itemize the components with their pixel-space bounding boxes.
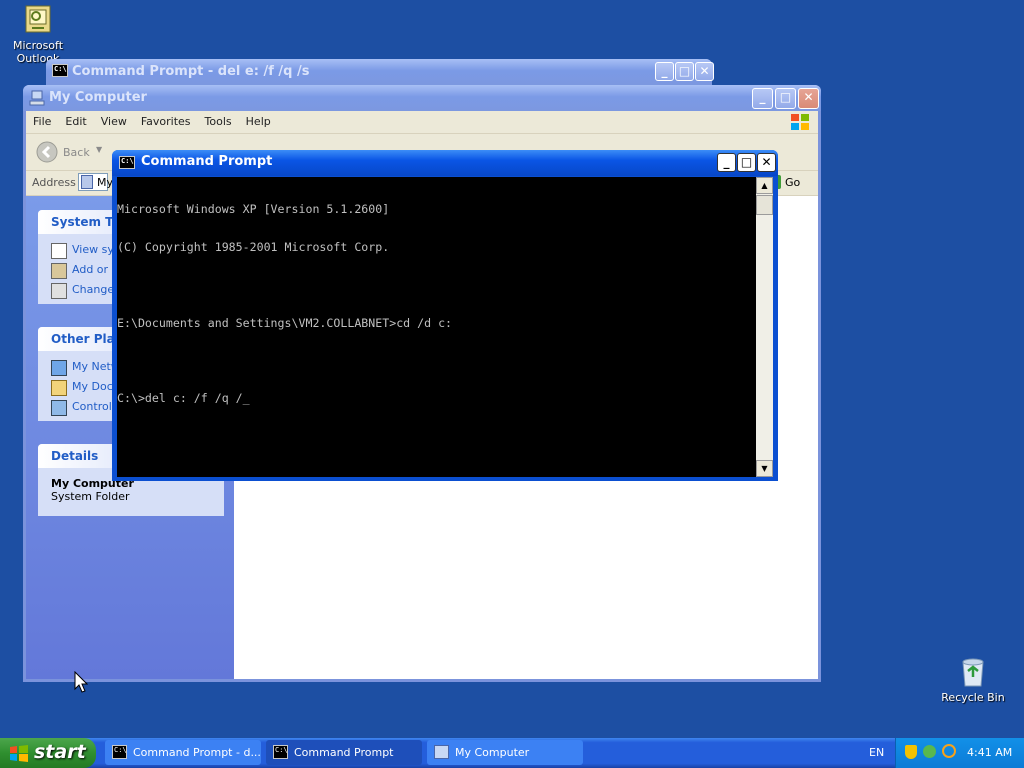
mouse-cursor-icon xyxy=(74,671,88,693)
scroll-up-button[interactable]: ▲ xyxy=(756,177,773,194)
programs-icon xyxy=(51,263,67,279)
taskbar-item-my-computer[interactable]: My Computer xyxy=(427,740,583,765)
cmd-window-icon: C:\ xyxy=(52,64,68,77)
console-line: C:\>del c: /f /q /_ xyxy=(117,391,250,406)
desktop-icon-label: Recycle Bin xyxy=(941,691,1005,704)
desktop-icon-recycle-bin[interactable]: Recycle Bin xyxy=(938,656,1008,704)
minimize-button[interactable]: _ xyxy=(752,88,773,109)
computer-icon xyxy=(434,745,449,759)
task-label: My Computer xyxy=(455,746,530,759)
task-label: Command Prompt - d... xyxy=(133,746,261,759)
chevron-down-icon: ▼ xyxy=(96,145,103,154)
maximize-button[interactable]: □ xyxy=(737,153,756,172)
language-indicator[interactable]: EN xyxy=(869,746,884,759)
minimize-button[interactable]: _ xyxy=(655,62,674,81)
menu-edit[interactable]: Edit xyxy=(58,111,93,132)
recycle-bin-icon xyxy=(957,656,989,688)
taskbar-item-cmd-del[interactable]: C:\ Command Prompt - d... xyxy=(105,740,261,765)
menu-tools[interactable]: Tools xyxy=(198,111,239,132)
menu-bar: File Edit View Favorites Tools Help xyxy=(26,111,818,134)
close-button[interactable]: ✕ xyxy=(757,153,776,172)
command-prompt-window[interactable]: C:\ Command Prompt _ □ ✕ Microsoft Windo… xyxy=(112,150,778,481)
back-arrow-icon xyxy=(36,141,58,163)
menu-favorites[interactable]: Favorites xyxy=(134,111,198,132)
control-panel-icon xyxy=(51,400,67,416)
search-icon[interactable] xyxy=(942,744,956,758)
outlook-icon xyxy=(22,4,54,36)
close-button[interactable]: ✕ xyxy=(798,88,819,109)
address-label: Address xyxy=(32,176,76,189)
desktop-icon-outlook[interactable]: Microsoft Outlook xyxy=(3,4,73,65)
taskbar: start C:\ Command Prompt - d... C:\ Comm… xyxy=(0,738,1024,768)
console-line: Microsoft Windows XP [Version 5.1.2600] xyxy=(117,202,390,217)
cmd-window-icon: C:\ xyxy=(119,156,135,169)
bg-cmd-titlebar[interactable]: C:\ Command Prompt - del e: /f /q /s _ □… xyxy=(46,59,714,85)
cmd-window-icon: C:\ xyxy=(273,745,288,759)
maximize-button[interactable]: □ xyxy=(675,62,694,81)
close-button[interactable]: ✕ xyxy=(695,62,714,81)
scroll-down-button[interactable]: ▼ xyxy=(756,460,773,477)
taskbar-item-cmd[interactable]: C:\ Command Prompt xyxy=(266,740,422,765)
console-line: (C) Copyright 1985-2001 Microsoft Corp. xyxy=(117,239,390,254)
back-button[interactable]: Back ▼ xyxy=(36,141,106,163)
computer-icon xyxy=(81,175,93,189)
task-label: Command Prompt xyxy=(294,746,394,759)
system-tray: 4:41 AM xyxy=(895,738,1024,768)
back-label: Back xyxy=(63,146,90,159)
windows-flag-icon xyxy=(10,745,28,762)
console-scrollbar[interactable]: ▲ ▼ xyxy=(756,177,773,477)
cmd-title: Command Prompt xyxy=(141,154,273,169)
cmd-window-icon: C:\ xyxy=(112,745,127,759)
menu-view[interactable]: View xyxy=(94,111,134,132)
network-icon xyxy=(51,360,67,376)
go-label: Go xyxy=(785,176,801,189)
system-info-icon xyxy=(51,243,67,259)
folder-icon xyxy=(51,380,67,396)
windows-logo-icon xyxy=(790,113,810,134)
bg-cmd-title: Command Prompt - del e: /f /q /s xyxy=(72,64,310,79)
address-value: My xyxy=(97,176,114,189)
menu-help[interactable]: Help xyxy=(239,111,278,132)
details-type: System Folder xyxy=(51,490,130,503)
explorer-titlebar[interactable]: My Computer _ □ ✕ xyxy=(23,85,821,111)
minimize-button[interactable]: _ xyxy=(717,153,736,172)
explorer-title: My Computer xyxy=(49,90,147,105)
scroll-thumb[interactable] xyxy=(756,195,773,215)
maximize-button[interactable]: □ xyxy=(775,88,796,109)
clock[interactable]: 4:41 AM xyxy=(967,746,1012,759)
settings-icon xyxy=(51,283,67,299)
console-line: E:\Documents and Settings\VM2.COLLABNET>… xyxy=(117,315,453,330)
address-input[interactable]: My xyxy=(78,173,113,191)
start-label: start xyxy=(34,741,86,763)
start-button[interactable]: start xyxy=(0,738,96,768)
console-output[interactable]: Microsoft Windows XP [Version 5.1.2600] … xyxy=(117,177,756,477)
cmd-titlebar[interactable]: C:\ Command Prompt _ □ ✕ xyxy=(112,150,778,176)
menu-file[interactable]: File xyxy=(26,111,58,132)
computer-icon xyxy=(29,90,45,110)
security-shield-icon[interactable] xyxy=(905,745,917,759)
network-status-icon[interactable] xyxy=(923,745,936,758)
